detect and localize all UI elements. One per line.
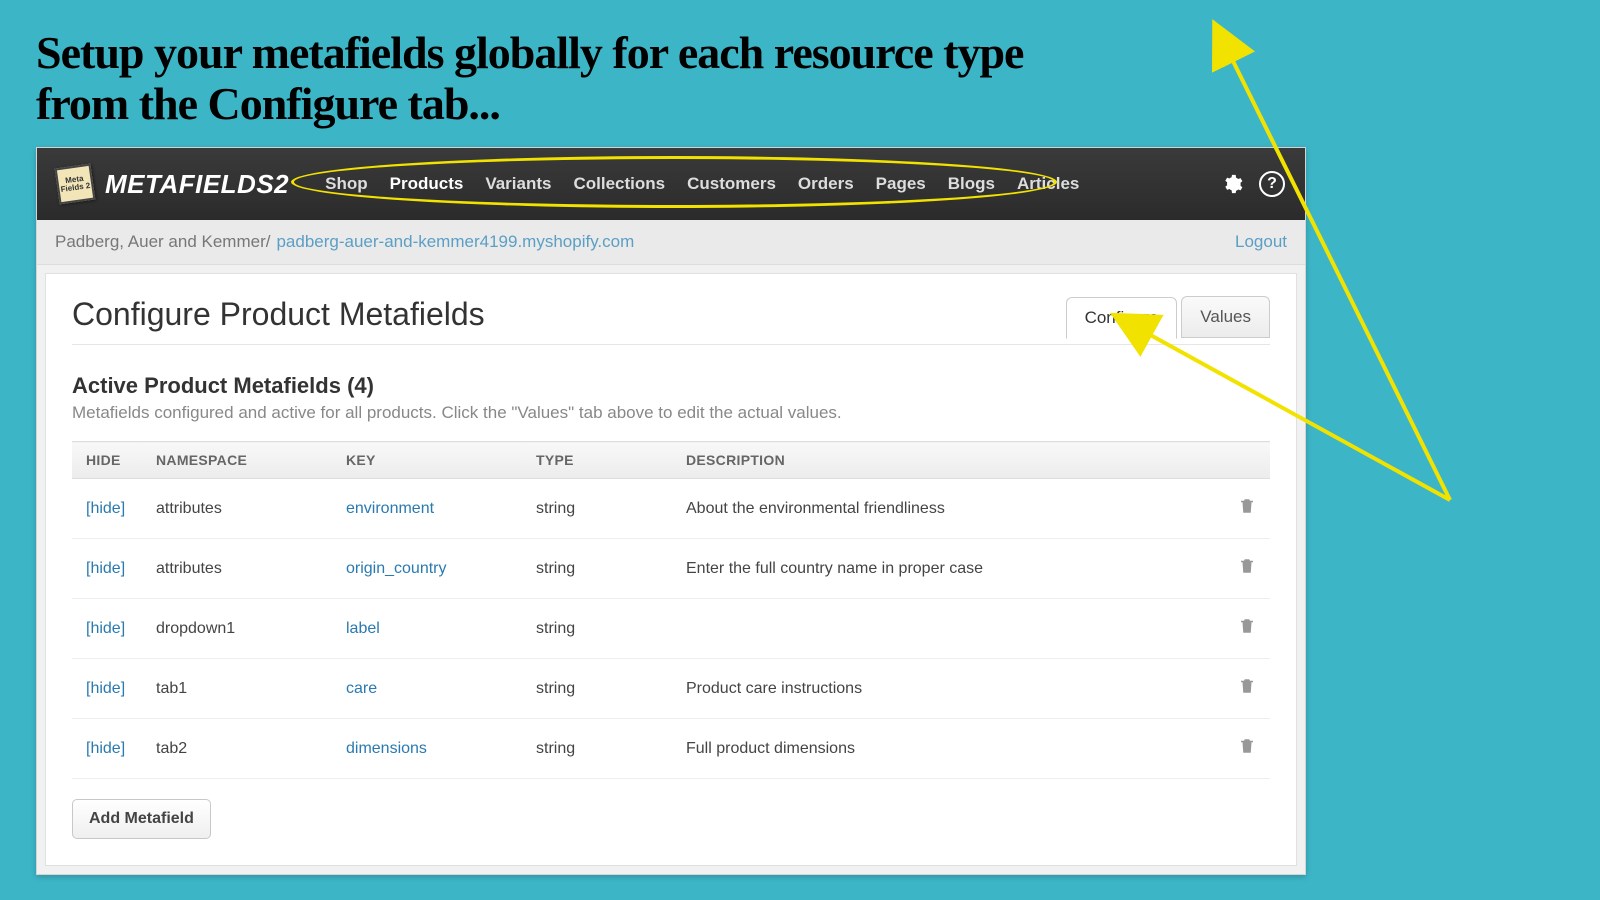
table-row: [hide] tab2 dimensions stringFull product d… [72,719,1270,779]
cell-type: string [522,659,672,719]
tab-group: ConfigureValues [1066,296,1270,338]
cell-description: Product care instructions [672,659,1224,719]
cell-description: About the environmental friendliness [672,479,1224,539]
table-row: [hide] tab1 care stringProduct care instruc… [72,659,1270,719]
nav-articles[interactable]: Articles [1017,174,1079,194]
nav-shop[interactable]: Shop [325,174,368,194]
cell-description: Full product dimensions [672,719,1224,779]
section-heading: Active Product Metafields (4) [72,373,1270,399]
trash-icon[interactable] [1238,497,1256,515]
key-link[interactable]: origin_country [346,560,447,577]
brand-label: METAFIELDS2 [105,169,289,200]
cell-namespace: tab1 [142,659,332,719]
nav-orders[interactable]: Orders [798,174,854,194]
hide-link[interactable]: [hide] [86,560,125,577]
nav-blogs[interactable]: Blogs [948,174,995,194]
main-panel: Configure Product Metafields ConfigureVa… [45,273,1297,866]
hide-link[interactable]: [hide] [86,620,125,637]
trash-icon[interactable] [1238,737,1256,755]
hide-link[interactable]: [hide] [86,500,125,517]
cell-namespace: attributes [142,479,332,539]
trash-icon[interactable] [1238,617,1256,635]
settings-icon[interactable] [1219,171,1245,197]
hide-link[interactable]: [hide] [86,680,125,697]
breadcrumb-bar: Padberg, Auer and Kemmer / padberg-auer-… [37,220,1305,265]
cell-namespace: attributes [142,539,332,599]
key-link[interactable]: label [346,620,380,637]
cell-description: Enter the full country name in proper ca… [672,539,1224,599]
cell-type: string [522,599,672,659]
cell-type: string [522,479,672,539]
metafields-table: HIDE NAMESPACE KEY TYPE DESCRIPTION [hid… [72,441,1270,779]
logout-link[interactable]: Logout [1235,232,1287,252]
table-row: [hide] attributes environment stringAbout t… [72,479,1270,539]
app-window: Meta Fields 2 METAFIELDS2 Shop Products Va… [36,147,1306,875]
help-icon[interactable]: ? [1259,171,1285,197]
tab-configure[interactable]: Configure [1066,297,1178,339]
col-hide: HIDE [72,442,142,479]
breadcrumb-domain-link[interactable]: padberg-auer-and-kemmer4199.myshopify.co… [276,232,634,252]
col-description: DESCRIPTION [672,442,1224,479]
trash-icon[interactable] [1238,557,1256,575]
cell-type: string [522,719,672,779]
breadcrumb-sep: / [266,232,271,252]
table-row: [hide] dropdown1 label string [72,599,1270,659]
trash-icon[interactable] [1238,677,1256,695]
table-row: [hide] attributes origin_country stringEnte… [72,539,1270,599]
primary-nav: Shop Products Variants Collections Customers… [325,174,1079,194]
cell-description [672,599,1224,659]
tab-values[interactable]: Values [1181,296,1270,338]
logo-icon: Meta Fields 2 [55,164,96,205]
breadcrumb-store: Padberg, Auer and Kemmer [55,232,266,252]
key-link[interactable]: environment [346,500,434,517]
page-title: Configure Product Metafields [72,296,485,333]
section-description: Metafields configured and active for all… [72,403,1270,423]
nav-pages[interactable]: Pages [876,174,926,194]
nav-collections[interactable]: Collections [573,174,665,194]
key-link[interactable]: care [346,680,377,697]
add-metafield-button[interactable]: Add Metafield [72,799,211,839]
hide-link[interactable]: [hide] [86,740,125,757]
nav-products[interactable]: Products [390,174,464,194]
col-type: TYPE [522,442,672,479]
cell-namespace: tab2 [142,719,332,779]
top-navbar: Meta Fields 2 METAFIELDS2 Shop Products Va… [37,148,1305,220]
col-namespace: NAMESPACE [142,442,332,479]
cell-namespace: dropdown1 [142,599,332,659]
cell-type: string [522,539,672,599]
nav-customers[interactable]: Customers [687,174,776,194]
col-key: KEY [332,442,522,479]
slide-headline: Setup your metafields globally for each … [0,0,1100,147]
nav-variants[interactable]: Variants [485,174,551,194]
key-link[interactable]: dimensions [346,740,427,757]
